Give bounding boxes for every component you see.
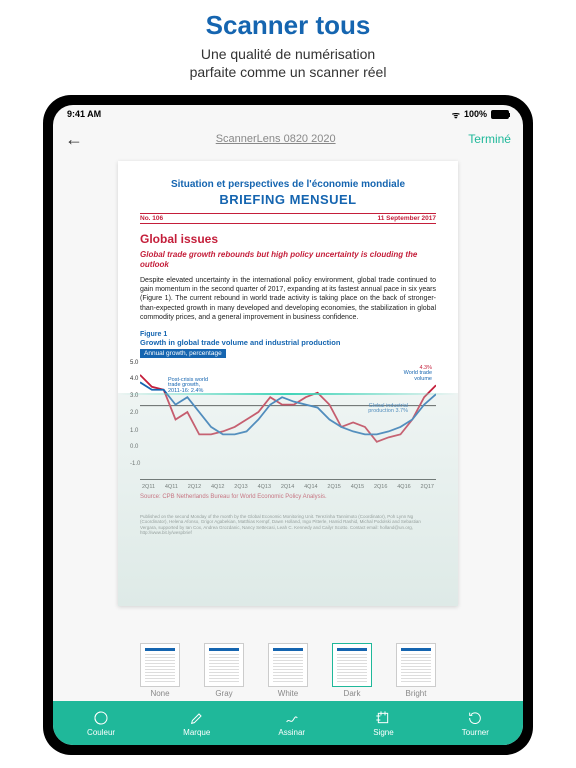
back-button[interactable]: ← [65, 129, 83, 150]
status-right: ᯤ 100% [452, 108, 509, 121]
top-bar: ← ScannerLens 0820 2020 Terminé [53, 123, 523, 155]
thumb-preview [268, 643, 308, 687]
marque-icon [189, 710, 205, 726]
doc-meta-bar: No. 106 11 September 2017 [140, 213, 436, 224]
thumb-label: Bright [406, 689, 427, 698]
doc-footer: Published on the second Monday of the mo… [140, 514, 436, 536]
filter-thumb-dark[interactable]: Dark [329, 643, 375, 698]
filter-thumbnails: None Gray White Dark Bright [53, 639, 523, 701]
figure-title: Growth in global trade volume and indust… [140, 338, 436, 347]
couleur-icon [93, 710, 109, 726]
thumb-preview [332, 643, 372, 687]
chart: 5.0 4.0 3.0 2.0 1.0 0.0 -1.0 Post-crisis… [140, 360, 436, 480]
filter-thumb-none[interactable]: None [137, 643, 183, 698]
promo-title: Scanner tous [0, 10, 576, 41]
doc-subheading: BRIEFING MENSUEL [140, 192, 436, 207]
toolbar-couleur[interactable]: Couleur [87, 710, 115, 737]
doc-date: 11 September 2017 [377, 215, 436, 222]
body-text: Despite elevated uncertainty in the inte… [140, 276, 436, 323]
toolbar-signe[interactable]: Signe [373, 710, 393, 737]
promo-header: Scanner tous Une qualité de numérisation… [0, 0, 576, 87]
done-button[interactable]: Terminé [468, 132, 511, 146]
battery-icon [491, 110, 509, 119]
toolbar-label: Marque [183, 728, 210, 737]
promo-subtitle: Une qualité de numérisationparfaite comm… [0, 45, 576, 81]
toolbar-label: Tourner [462, 728, 489, 737]
main-preview: Situation et perspectives de l'économie … [53, 155, 523, 639]
document-title[interactable]: ScannerLens 0820 2020 [216, 133, 336, 145]
assinar-icon [284, 710, 300, 726]
chart-x-labels: 2Q114Q112Q124Q122Q134Q132Q144Q142Q154Q15… [140, 484, 436, 490]
status-time: 9:41 AM [67, 109, 101, 119]
chart-annotation-2: 4.3%World tradevolume [404, 366, 432, 383]
scan-line [118, 393, 458, 395]
filter-thumb-bright[interactable]: Bright [393, 643, 439, 698]
section-subtitle: Global trade growth rebounds but high po… [140, 250, 436, 269]
toolbar-tourner[interactable]: Tourner [462, 710, 489, 737]
doc-number: No. 106 [140, 215, 163, 222]
tablet-frame: 9:41 AM ᯤ 100% ← ScannerLens 0820 2020 T… [43, 95, 533, 755]
toolbar-marque[interactable]: Marque [183, 710, 210, 737]
toolbar-label: Couleur [87, 728, 115, 737]
toolbar-assinar[interactable]: Assinar [278, 710, 305, 737]
chart-annotation-1: Post-crisis worldtrade growth,2011-16: 2… [168, 378, 208, 395]
filter-thumb-white[interactable]: White [265, 643, 311, 698]
chart-annotation-3: Global industrialproduction 3.7% [368, 404, 408, 415]
thumb-label: Dark [344, 689, 361, 698]
thumb-label: None [150, 689, 169, 698]
thumb-label: Gray [215, 689, 232, 698]
signe-icon [375, 710, 391, 726]
section-heading: Global issues [140, 232, 436, 246]
bottom-toolbar: Couleur Marque Assinar Signe Tourner [53, 701, 523, 745]
filter-thumb-gray[interactable]: Gray [201, 643, 247, 698]
thumb-preview [140, 643, 180, 687]
status-bar: 9:41 AM ᯤ 100% [53, 105, 523, 123]
thumb-preview [396, 643, 436, 687]
toolbar-label: Assinar [278, 728, 305, 737]
chart-source: Source: CPB Netherlands Bureau for World… [140, 494, 436, 500]
doc-heading: Situation et perspectives de l'économie … [140, 179, 436, 190]
wifi-icon: ᯤ [452, 108, 460, 121]
battery-label: 100% [464, 109, 487, 119]
figure-axis-label: Annual growth, percentage [140, 349, 226, 358]
thumb-preview [204, 643, 244, 687]
thumb-label: White [278, 689, 298, 698]
screen: 9:41 AM ᯤ 100% ← ScannerLens 0820 2020 T… [53, 105, 523, 745]
tourner-icon [467, 710, 483, 726]
toolbar-label: Signe [373, 728, 393, 737]
scanned-document[interactable]: Situation et perspectives de l'économie … [118, 161, 458, 606]
figure-label: Figure 1 [140, 331, 436, 338]
